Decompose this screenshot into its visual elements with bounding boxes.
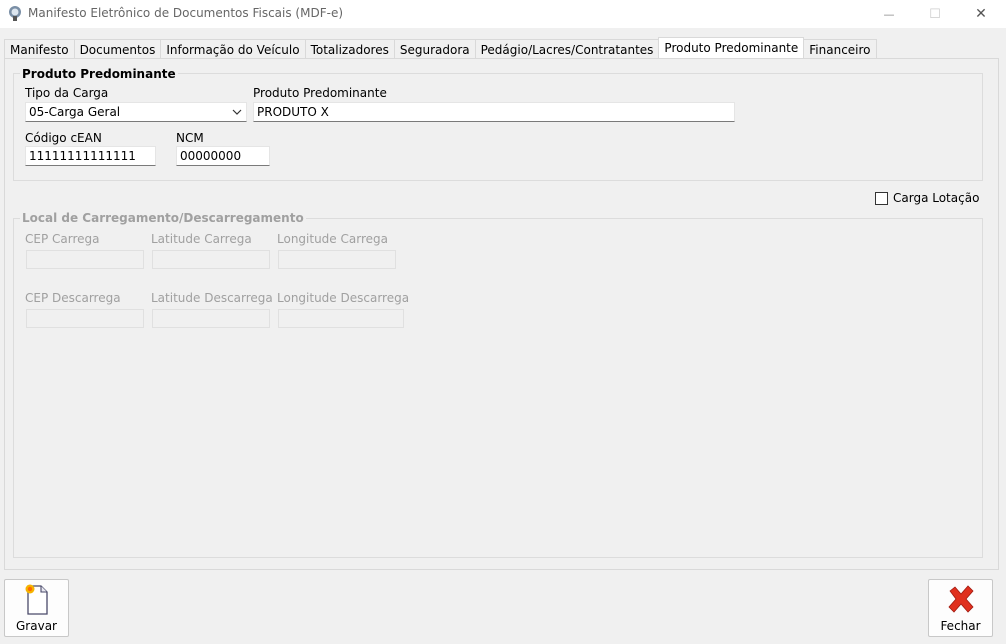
save-document-icon <box>25 584 48 615</box>
lat-descarrega-label: Latitude Descarrega <box>151 291 273 305</box>
tab-manifesto[interactable]: Manifesto <box>4 39 75 59</box>
ncm-input[interactable]: 00000000 <box>176 146 270 166</box>
tipo-carga-select[interactable]: 05-Carga Geral <box>25 102 247 122</box>
cean-input[interactable]: 11111111111111 <box>25 146 156 166</box>
tipo-carga-value: 05-Carga Geral <box>29 105 121 119</box>
lat-descarrega-input[interactable] <box>152 309 270 328</box>
local-carregamento-group: Local de Carregamento/Descarregamento CE… <box>13 211 983 558</box>
fechar-button[interactable]: Fechar <box>928 579 993 637</box>
maximize-button[interactable]: ☐ <box>912 0 958 28</box>
tab-panel-produto-predominante: Produto Predominante Tipo da Carga 05-Ca… <box>4 58 999 570</box>
tab-totalizadores[interactable]: Totalizadores <box>304 39 395 59</box>
gravar-button[interactable]: Gravar <box>4 579 69 637</box>
cep-descarrega-input[interactable] <box>26 309 144 328</box>
tab-strip: Manifesto Documentos Informação do Veícu… <box>4 37 877 59</box>
close-icon: ✕ <box>975 6 987 22</box>
produto-group-title: Produto Predominante <box>20 67 178 81</box>
minimize-button[interactable]: — <box>866 0 912 28</box>
lon-descarrega-label: Longitude Descarrega <box>277 291 410 305</box>
cep-carrega-label: CEP Carrega <box>25 232 100 246</box>
fechar-label: Fechar <box>940 619 981 633</box>
carga-lotacao-checkbox[interactable] <box>875 192 888 205</box>
cep-carrega-input[interactable] <box>26 250 144 269</box>
cean-label: Código cEAN <box>25 131 102 145</box>
lat-carrega-input[interactable] <box>152 250 270 269</box>
produto-input[interactable]: PRODUTO X <box>253 102 735 122</box>
tab-seguradora[interactable]: Seguradora <box>393 39 476 59</box>
tipo-carga-label: Tipo da Carga <box>25 86 109 100</box>
minimize-icon: — <box>883 7 895 21</box>
tab-informacao-veiculo[interactable]: Informação do Veículo <box>160 39 306 59</box>
title-bar: Manifesto Eletrônico de Documentos Fisca… <box>0 0 1006 28</box>
close-x-icon <box>947 585 974 613</box>
local-group-title: Local de Carregamento/Descarregamento <box>20 211 306 225</box>
lon-carrega-label: Longitude Carrega <box>277 232 388 246</box>
close-button[interactable]: ✕ <box>958 0 1004 28</box>
cep-descarrega-label: CEP Descarrega <box>25 291 121 305</box>
tab-documentos[interactable]: Documentos <box>73 39 162 59</box>
tab-financeiro[interactable]: Financeiro <box>803 39 877 59</box>
lon-descarrega-input[interactable] <box>278 309 404 328</box>
lat-carrega-label: Latitude Carrega <box>151 232 252 246</box>
produto-label: Produto Predominante <box>253 86 387 100</box>
tab-pedagio-lacres-contratantes[interactable]: Pedágio/Lacres/Contratantes <box>474 39 660 59</box>
app-logo-icon <box>9 6 21 21</box>
gravar-label: Gravar <box>16 619 57 633</box>
tab-produto-predominante[interactable]: Produto Predominante <box>658 37 805 59</box>
produto-predominante-group: Produto Predominante Tipo da Carga 05-Ca… <box>13 67 983 181</box>
maximize-icon: ☐ <box>929 6 941 22</box>
ncm-label: NCM <box>176 131 204 145</box>
carga-lotacao-label[interactable]: Carga Lotação <box>893 191 979 205</box>
lon-carrega-input[interactable] <box>278 250 396 269</box>
window-title: Manifesto Eletrônico de Documentos Fisca… <box>28 6 344 20</box>
chevron-down-icon <box>232 109 242 115</box>
